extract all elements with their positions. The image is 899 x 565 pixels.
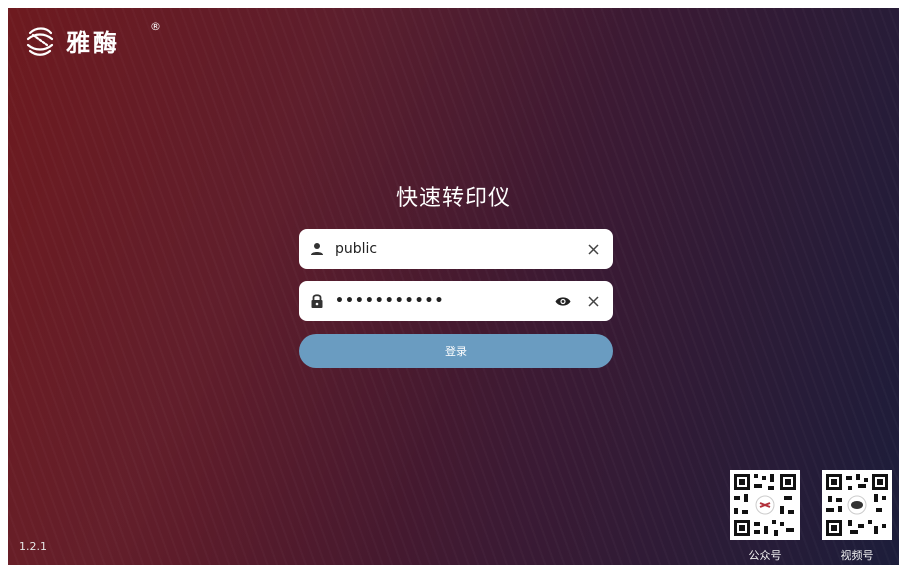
brand-mark-icon	[26, 27, 54, 56]
qr-official-account: 公众号	[730, 470, 800, 563]
qr-caption-official-account: 公众号	[748, 549, 782, 562]
registered-mark: ®	[150, 20, 161, 33]
qr-caption-video-channel: 视频号	[840, 549, 874, 562]
brand-name: 雅酶	[66, 27, 120, 57]
login-screen: 雅酶 ® 快速转印仪 public ••••••••••• 登录 1.2.1 公…	[8, 8, 899, 565]
password-input[interactable]: •••••••••••	[335, 293, 543, 309]
login-button[interactable]: 登录	[299, 334, 613, 368]
user-icon	[309, 241, 325, 257]
page-title: 快速转印仪	[395, 186, 511, 211]
version-label: 1.2.1	[19, 540, 47, 553]
clear-password-icon[interactable]	[583, 291, 603, 311]
eye-icon[interactable]	[553, 291, 573, 311]
qr-code-icon	[730, 470, 800, 540]
username-field[interactable]: public	[299, 229, 613, 269]
qr-code-icon	[822, 470, 892, 540]
password-field[interactable]: •••••••••••	[299, 281, 613, 321]
brand-logo: 雅酶 ®	[22, 20, 161, 58]
clear-username-icon[interactable]	[583, 239, 603, 259]
username-input[interactable]: public	[335, 241, 573, 257]
lock-icon	[309, 293, 325, 309]
qr-video-channel: 视频号	[822, 470, 892, 563]
